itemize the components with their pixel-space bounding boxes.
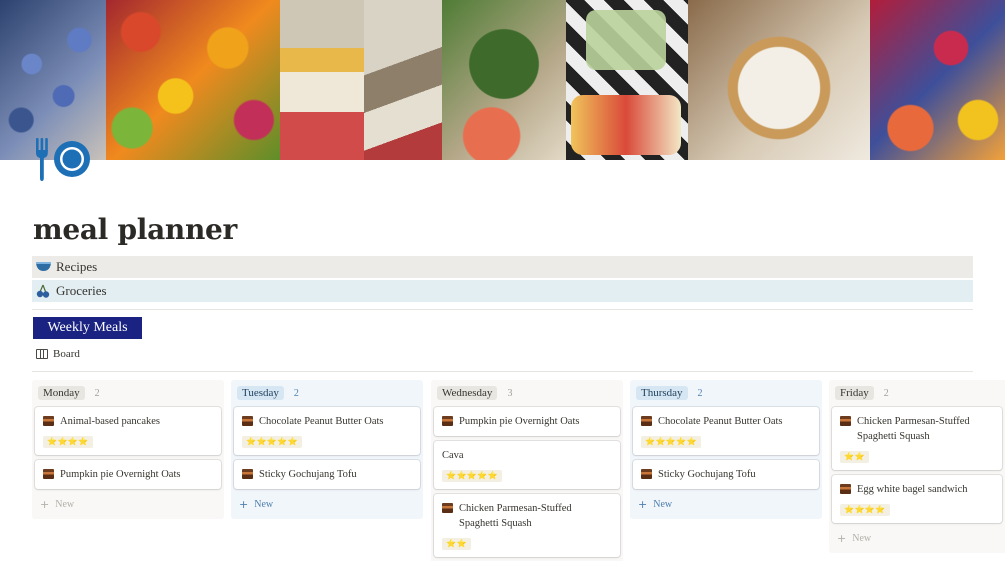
new-card-label: New <box>653 499 673 510</box>
cover-berries-photo <box>870 0 1005 160</box>
board-card[interactable]: Chocolate Peanut Butter Oats ⭐⭐⭐⭐⭐ <box>234 407 420 455</box>
board-card[interactable]: Chicken Parmesan-Stuffed Spaghetti Squas… <box>434 494 620 557</box>
column-name: Friday <box>835 386 874 400</box>
bento-icon <box>442 503 453 513</box>
board-card[interactable]: Sticky Gochujang Tofu <box>633 460 819 489</box>
column-header[interactable]: Thursday 2 <box>636 384 819 402</box>
fork-plate-icon[interactable] <box>30 134 94 186</box>
view-divider <box>32 371 973 372</box>
bento-icon <box>242 469 253 479</box>
card-title: Cava <box>442 450 464 461</box>
cover-matcha-photo <box>566 0 688 160</box>
column-count: 2 <box>697 387 703 399</box>
recipes-link-label: Recipes <box>56 259 98 274</box>
cover-market-photo <box>364 0 442 160</box>
column-name: Tuesday <box>237 386 284 400</box>
bento-icon <box>43 469 54 479</box>
bento-icon <box>442 416 453 426</box>
bowl-icon <box>35 260 51 274</box>
rating-stars: ⭐⭐⭐⭐ <box>43 436 93 448</box>
card-title: Chocolate Peanut Butter Oats <box>259 416 384 427</box>
bento-icon <box>641 469 652 479</box>
plus-icon: + <box>239 498 249 511</box>
bento-icon <box>242 416 253 426</box>
board-card[interactable]: Animal-based pancakes ⭐⭐⭐⭐ <box>35 407 221 455</box>
column-name: Monday <box>38 386 85 400</box>
rating-stars: ⭐⭐⭐⭐⭐ <box>242 436 303 448</box>
rating-stars: ⭐⭐⭐⭐⭐ <box>442 470 503 482</box>
column-name: Thursday <box>636 386 688 400</box>
plus-icon: + <box>837 532 847 545</box>
card-title: Chicken Parmesan-Stuffed Spaghetti Squas… <box>857 416 970 442</box>
card-title: Animal-based pancakes <box>60 416 161 427</box>
new-card-label: New <box>55 499 75 510</box>
board-column-wednesday: Wednesday 3 Pumpkin pie Overnight Oats C… <box>431 380 623 561</box>
recipes-link[interactable]: Recipes <box>32 256 973 278</box>
cover-image[interactable] <box>0 0 1005 160</box>
plus-icon: + <box>40 498 50 511</box>
column-header[interactable]: Friday 2 <box>835 384 1002 402</box>
board-card[interactable]: Chocolate Peanut Butter Oats ⭐⭐⭐⭐⭐ <box>633 407 819 455</box>
view-tab-board[interactable]: Board <box>36 348 80 360</box>
bento-icon <box>840 416 851 426</box>
cover-granola-bowl-photo <box>688 0 870 160</box>
board-card[interactable]: Cava ⭐⭐⭐⭐⭐ <box>434 441 620 489</box>
new-card-button[interactable]: + New <box>35 494 221 515</box>
column-header[interactable]: Tuesday 2 <box>237 384 420 402</box>
cover-toast-photo <box>280 0 364 160</box>
board-icon <box>36 349 48 359</box>
database-title[interactable]: Weekly Meals <box>33 317 142 339</box>
divider <box>32 309 973 310</box>
card-title: Chicken Parmesan-Stuffed Spaghetti Squas… <box>459 503 572 529</box>
card-title: Sticky Gochujang Tofu <box>259 469 357 480</box>
column-name: Wednesday <box>437 386 498 400</box>
board-column-tuesday: Tuesday 2 Chocolate Peanut Butter Oats ⭐… <box>231 380 423 519</box>
board-card[interactable]: Pumpkin pie Overnight Oats <box>35 460 221 489</box>
rating-stars: ⭐⭐ <box>840 451 869 463</box>
view-tab-label: Board <box>53 348 80 360</box>
groceries-link[interactable]: Groceries <box>32 280 973 302</box>
rating-stars: ⭐⭐⭐⭐ <box>840 504 890 516</box>
bento-icon <box>840 484 851 494</box>
card-title: Sticky Gochujang Tofu <box>658 469 756 480</box>
board-column-friday: Friday 2 Chicken Parmesan-Stuffed Spaghe… <box>829 380 1005 553</box>
plus-icon: + <box>638 498 648 511</box>
new-card-button[interactable]: + New <box>832 528 1002 549</box>
page-title[interactable]: meal planner <box>33 213 237 246</box>
card-title: Pumpkin pie Overnight Oats <box>60 469 181 480</box>
column-count: 2 <box>883 387 889 399</box>
column-header[interactable]: Monday 2 <box>38 384 221 402</box>
new-card-label: New <box>254 499 274 510</box>
board-card[interactable]: Sticky Gochujang Tofu <box>234 460 420 489</box>
board-card[interactable]: Chicken Parmesan-Stuffed Spaghetti Squas… <box>832 407 1002 470</box>
board-column-thursday: Thursday 2 Chocolate Peanut Butter Oats … <box>630 380 822 519</box>
groceries-link-label: Groceries <box>56 283 107 298</box>
new-card-label: New <box>852 533 872 544</box>
rating-stars: ⭐⭐ <box>442 538 471 550</box>
column-header[interactable]: Wednesday 3 <box>437 384 620 402</box>
board-column-monday: Monday 2 Animal-based pancakes ⭐⭐⭐⭐ Pump… <box>32 380 224 519</box>
column-count: 3 <box>507 387 513 399</box>
new-card-button[interactable]: + New <box>234 494 420 515</box>
column-count: 2 <box>293 387 299 399</box>
cover-fruit-platter-photo <box>106 0 280 160</box>
card-title: Egg white bagel sandwich <box>857 484 968 495</box>
cover-salad-photo <box>442 0 566 160</box>
board-card[interactable]: Egg white bagel sandwich ⭐⭐⭐⭐ <box>832 475 1002 523</box>
cherries-icon <box>35 284 51 298</box>
card-title: Chocolate Peanut Butter Oats <box>658 416 783 427</box>
card-title: Pumpkin pie Overnight Oats <box>459 416 580 427</box>
column-count: 2 <box>94 387 100 399</box>
new-card-button[interactable]: + New <box>633 494 819 515</box>
bento-icon <box>641 416 652 426</box>
rating-stars: ⭐⭐⭐⭐⭐ <box>641 436 702 448</box>
bento-icon <box>43 416 54 426</box>
board-card[interactable]: Pumpkin pie Overnight Oats <box>434 407 620 436</box>
